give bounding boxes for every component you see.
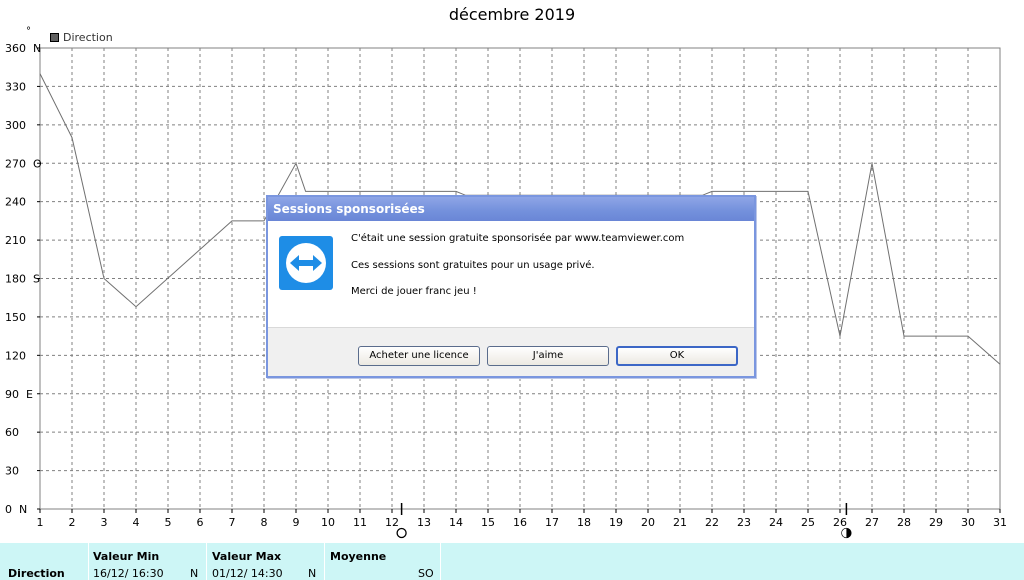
- y-tick-label: 240: [5, 196, 26, 209]
- stats-avg-header: Moyenne: [330, 550, 387, 563]
- stats-min-value: N: [190, 567, 199, 580]
- x-tick-label: 21: [673, 516, 687, 529]
- x-tick-label: 10: [321, 516, 335, 529]
- y-tick-label: 30: [5, 465, 19, 478]
- x-tick-label: 1: [37, 516, 44, 529]
- x-tick-label: 20: [641, 516, 655, 529]
- y-tick-label: 270 O: [5, 157, 42, 170]
- x-tick-label: 22: [705, 516, 719, 529]
- y-tick-label: 0 N: [5, 503, 27, 516]
- sponsored-session-dialog: Sessions sponsorisées C'était une sessio…: [266, 195, 756, 378]
- x-tick-label: 28: [897, 516, 911, 529]
- x-tick-label: 15: [481, 516, 495, 529]
- dialog-message-line-2: Ces sessions sont gratuites pour un usag…: [351, 260, 595, 271]
- x-tick-label: 18: [577, 516, 591, 529]
- x-tick-label: 9: [293, 516, 300, 529]
- stats-min-cell: Valeur Min 16/12/ 16:30 N: [88, 543, 207, 580]
- stats-max-date: 01/12/ 14:30: [212, 567, 283, 580]
- stats-avg-cell: Moyenne SO: [324, 543, 441, 580]
- chart-title: décembre 2019: [448, 5, 576, 24]
- x-tick-label: 25: [801, 516, 815, 529]
- y-tick-label: 210: [5, 234, 26, 247]
- x-tick-label: 5: [165, 516, 172, 529]
- stats-avg-value: SO: [418, 567, 434, 580]
- x-tick-label: 4: [133, 516, 140, 529]
- x-tick-label: 7: [229, 516, 236, 529]
- dialog-message-line-1: C'était une session gratuite sponsorisée…: [351, 233, 685, 244]
- full-moon-icon: [396, 527, 407, 539]
- x-tick-label: 3: [101, 516, 108, 529]
- y-tick-label: 180 S: [5, 273, 40, 286]
- x-tick-label: 27: [865, 516, 879, 529]
- x-tick-label: 11: [353, 516, 367, 529]
- y-tick-label: 120: [5, 349, 26, 362]
- dialog-footer: Acheter une licence J'aime OK: [268, 327, 754, 376]
- x-tick-label: 31: [993, 516, 1007, 529]
- stats-min-header: Valeur Min: [93, 550, 160, 563]
- y-tick-label: 300: [5, 119, 26, 132]
- x-tick-label: 17: [545, 516, 559, 529]
- x-tick-label: 6: [197, 516, 204, 529]
- like-button[interactable]: J'aime: [487, 346, 609, 366]
- y-tick-label: 90 E: [5, 388, 33, 401]
- stats-max-cell: Valeur Max 01/12/ 14:30 N: [206, 543, 325, 580]
- legend-label: Direction: [63, 31, 113, 44]
- x-tick-label: 26: [833, 516, 847, 529]
- x-tick-label: 30: [961, 516, 975, 529]
- stats-max-value: N: [308, 567, 317, 580]
- y-tick-label: 60: [5, 426, 19, 439]
- buy-license-button[interactable]: Acheter une licence: [358, 346, 480, 366]
- y-tick-label: 150: [5, 311, 26, 324]
- stats-max-header: Valeur Max: [212, 550, 282, 563]
- x-tick-label: 29: [929, 516, 943, 529]
- x-tick-label: 13: [417, 516, 431, 529]
- x-tick-label: 16: [513, 516, 527, 529]
- y-tick-label: 360 N: [5, 42, 41, 55]
- x-tick-label: 2: [69, 516, 76, 529]
- x-tick-label: 24: [769, 516, 783, 529]
- y-axis-label: °: [26, 26, 31, 37]
- chart-legend: Direction: [50, 31, 113, 44]
- statistics-bar: Direction Valeur Min 16/12/ 16:30 N Vale…: [0, 543, 1024, 580]
- stats-row-label: Direction: [8, 567, 65, 580]
- y-tick-label: 330: [5, 80, 26, 93]
- stats-min-date: 16/12/ 16:30: [93, 567, 164, 580]
- x-tick-label: 23: [737, 516, 751, 529]
- x-tick-label: 19: [609, 516, 623, 529]
- ok-button[interactable]: OK: [616, 346, 738, 366]
- stats-row-label-cell: Direction: [0, 543, 89, 580]
- dialog-title[interactable]: Sessions sponsorisées: [268, 197, 754, 221]
- dialog-body: C'était une session gratuite sponsorisée…: [268, 221, 754, 327]
- legend-swatch: [50, 33, 59, 42]
- x-tick-label: 12: [385, 516, 399, 529]
- teamviewer-icon: [279, 236, 333, 290]
- x-tick-label: 14: [449, 516, 463, 529]
- dialog-message-line-3: Merci de jouer franc jeu !: [351, 286, 477, 297]
- x-tick-label: 8: [261, 516, 268, 529]
